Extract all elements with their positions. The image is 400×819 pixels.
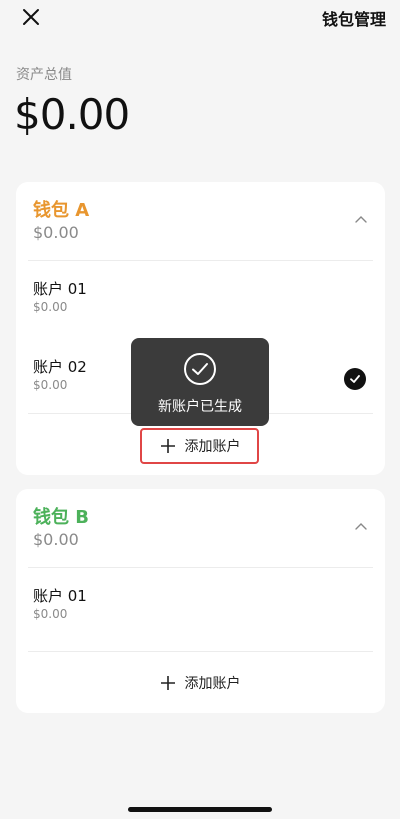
- divider: [28, 260, 373, 261]
- selected-check-icon: [344, 368, 366, 390]
- highlight-box: [140, 428, 259, 464]
- chevron-up-icon: [355, 216, 367, 223]
- divider: [28, 567, 373, 568]
- wallet-name: 钱包 A: [33, 200, 90, 221]
- account-row[interactable]: 账户 01 $0.00: [16, 278, 385, 338]
- wallet-card-a: 钱包 A $0.00 账户 01 $0.00 账户 02 $0.00 添加账户: [16, 182, 385, 475]
- wallet-name: 钱包 B: [33, 507, 89, 528]
- account-row[interactable]: 账户 01 $0.00: [16, 585, 385, 645]
- account-balance: $0.00: [33, 607, 68, 621]
- wallet-balance: $0.00: [33, 223, 79, 242]
- home-indicator: [128, 807, 272, 812]
- chevron-up-icon: [355, 523, 367, 530]
- account-balance: $0.00: [33, 300, 68, 314]
- account-name: 账户 01: [33, 280, 87, 298]
- account-name: 账户 01: [33, 587, 87, 605]
- account-balance: $0.00: [33, 378, 68, 392]
- wallet-manage-button[interactable]: 钱包管理: [322, 6, 386, 30]
- top-bar: 钱包管理: [0, 0, 400, 34]
- close-button[interactable]: [20, 6, 42, 28]
- check-circle-icon: [184, 353, 216, 385]
- total-assets-label: 资产总值: [16, 67, 72, 83]
- add-account-label: 添加账户: [184, 676, 241, 692]
- close-icon: [23, 9, 39, 25]
- toast: 新账户已生成: [131, 338, 269, 426]
- add-account-button[interactable]: 添加账户: [16, 665, 385, 701]
- account-name: 账户 02: [33, 358, 87, 376]
- wallet-balance: $0.00: [33, 530, 79, 549]
- plus-icon: [160, 676, 175, 690]
- wallet-card-b: 钱包 B $0.00 账户 01 $0.00 添加账户: [16, 489, 385, 713]
- total-assets-value: $0.00: [14, 90, 130, 139]
- toast-message: 新账户已生成: [158, 399, 242, 415]
- collapse-button[interactable]: [351, 212, 371, 228]
- divider: [28, 651, 373, 652]
- collapse-button[interactable]: [351, 519, 371, 535]
